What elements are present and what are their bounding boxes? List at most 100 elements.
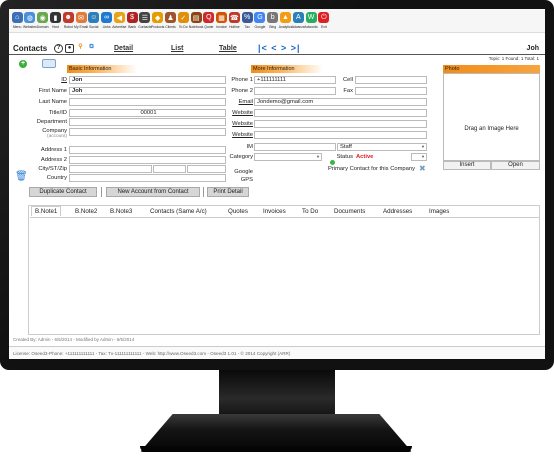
toolbar-item-notebook[interactable]: ▤ Notebook — [188, 9, 204, 33]
address2-field[interactable] — [69, 156, 226, 164]
im-type-value: Staff — [340, 144, 352, 150]
website3-label[interactable]: Website — [217, 132, 253, 138]
basic-info-header: Basic Information — [67, 65, 137, 73]
toolbar-item-to-do[interactable]: ✓ To Do — [177, 9, 189, 33]
website2-label[interactable]: Website — [217, 121, 253, 127]
toolbar-item-social[interactable]: ☺ Social — [88, 9, 100, 33]
tab-addresses[interactable]: Addresses — [383, 208, 412, 215]
toolbar-item-adwords[interactable]: W Adwords — [304, 9, 318, 33]
toolbar-item-my-email[interactable]: ✉ My Email — [74, 9, 88, 33]
toolbar-item-domain[interactable]: ◉ Domain — [37, 9, 49, 33]
globe-icon: ◍ — [24, 12, 36, 23]
tab-bnote2[interactable]: B.Note2 — [75, 208, 97, 215]
category-select[interactable]: ▼ — [254, 153, 322, 161]
bank-icon: $ — [126, 12, 138, 23]
toolbar-item-links[interactable]: ∞ Links — [100, 9, 113, 33]
open-photo-button[interactable]: Open — [491, 161, 540, 170]
toolbar-item-menu[interactable]: ⌂ Menu — [11, 9, 23, 33]
email-field[interactable]: Jondemo@gmail.com — [254, 98, 427, 106]
adwords-icon: W — [305, 12, 317, 23]
department-field[interactable] — [69, 118, 226, 126]
monitor-neck — [219, 370, 335, 418]
toolbar-item-label: My Email — [74, 25, 88, 29]
status-dropdown[interactable]: ▼ — [411, 153, 427, 161]
im-type-select[interactable]: Staff ▼ — [337, 143, 427, 151]
add-icon[interactable]: + — [19, 60, 27, 68]
state-field[interactable] — [153, 165, 186, 173]
notebook-icon: ▤ — [190, 12, 202, 23]
products-icon: ◆ — [152, 12, 164, 23]
toolbar-item-label: Notebook — [188, 25, 204, 29]
last-name-field[interactable] — [69, 98, 226, 106]
toolbar-item-label: Advance — [291, 25, 305, 29]
phone2-field[interactable] — [254, 87, 336, 95]
cell-field[interactable] — [355, 76, 427, 84]
phone2-label: Phone 2 — [231, 88, 253, 94]
toolbar-item-robot[interactable]: ☻ Robot — [62, 9, 74, 33]
toolbar-item-advance[interactable]: A Advance — [291, 9, 305, 33]
toolbar-item-tax[interactable]: % Tax — [241, 9, 253, 33]
tab-table[interactable]: Table — [219, 45, 237, 52]
note-editor-area[interactable] — [30, 217, 539, 334]
print-detail-button[interactable]: Print Detail — [207, 187, 249, 197]
toolbar-item-contacts[interactable]: ☰ Contacts — [138, 9, 152, 33]
analytics-icon: ▲ — [280, 12, 291, 23]
toolbar-item-label: Host — [51, 25, 59, 29]
tab-list[interactable]: List — [171, 45, 183, 52]
toolbar-item-hotline[interactable]: ☎ Hotline — [228, 9, 240, 33]
toolbar-item-exit[interactable]: ⏻ Exit — [318, 9, 330, 33]
first-name-field[interactable]: Joh — [69, 87, 226, 95]
group-icon[interactable]: ● — [65, 44, 74, 53]
new-account-button[interactable]: New Account from Contact — [106, 187, 200, 197]
photo-header: Photo — [443, 65, 540, 73]
toolbar-item-clients[interactable]: ♟ Clients — [164, 9, 176, 33]
website1-label[interactable]: Website — [217, 110, 253, 116]
toolbar-item-products[interactable]: ◆ Products — [151, 9, 164, 33]
email-label[interactable]: Email — [217, 99, 254, 105]
tab-images[interactable]: Images — [429, 208, 449, 215]
phone1-field[interactable]: +111111111 — [254, 76, 336, 84]
id-field[interactable]: Jon — [69, 76, 226, 84]
im-field[interactable] — [254, 143, 336, 151]
tab-bnote1[interactable]: B.Note1 — [31, 206, 62, 216]
toolbar-item-invoice[interactable]: ▦ Invoice — [216, 9, 228, 33]
send-email-icon[interactable] — [42, 59, 56, 68]
toolbar-item-bank[interactable]: $ Bank — [126, 9, 138, 33]
toolbar-item-google[interactable]: G Google — [254, 9, 266, 33]
toolbar-item-websites[interactable]: ◍ Websites — [23, 9, 37, 33]
chevron-down-icon: ▼ — [421, 154, 425, 159]
city-field[interactable] — [69, 165, 152, 173]
photo-drop-zone[interactable]: Drag an Image Here — [443, 73, 540, 161]
country-field[interactable] — [69, 174, 226, 182]
tab-detail[interactable]: Detail — [114, 45, 133, 52]
tab-documents[interactable]: Documents — [334, 208, 365, 215]
toolbar-item-host[interactable]: ▮ Host — [49, 9, 61, 33]
toolbar-item-advertise[interactable]: ◀ Advertise — [112, 9, 126, 33]
toolbar-item-bing[interactable]: b Bing — [267, 9, 279, 33]
company-field[interactable] — [69, 128, 226, 136]
insert-photo-button[interactable]: Insert — [443, 161, 491, 170]
toolbar-item-quote[interactable]: Q Quote — [203, 9, 215, 33]
record-navigation-arrows[interactable]: |< < > >| — [258, 43, 301, 53]
copy-icon[interactable]: ⧉ — [87, 44, 96, 53]
primary-contact-toggle-icon[interactable]: ✖ — [419, 165, 427, 173]
website3-field[interactable] — [254, 131, 427, 139]
contacts-navbar: Contacts ? ● ⚲ ⧉ Detail List Table |< < … — [9, 42, 545, 55]
toolbar-item-analytics[interactable]: ▲ Analytics — [279, 9, 292, 33]
search-icon[interactable]: ⚲ — [76, 44, 85, 53]
tab-contacts-same-ac[interactable]: Contacts (Same A/c) — [150, 208, 207, 215]
tab-quotes[interactable]: Quotes — [228, 208, 248, 215]
tab-bnote3[interactable]: B.Note3 — [110, 208, 132, 215]
address1-field[interactable] — [69, 146, 226, 154]
status-select[interactable]: Active — [353, 153, 411, 161]
duplicate-contact-button[interactable]: Duplicate Contact — [29, 187, 97, 197]
tab-todo[interactable]: To Do — [302, 208, 318, 215]
website2-field[interactable] — [254, 120, 427, 128]
invoice-icon: ▦ — [216, 12, 228, 23]
website1-field[interactable] — [254, 109, 427, 117]
title-id-field[interactable]: 00001 — [69, 109, 226, 117]
fax-field[interactable] — [355, 87, 427, 95]
tab-invoices[interactable]: Invoices — [263, 208, 286, 215]
help-icon[interactable]: ? — [54, 44, 63, 53]
primary-contact-label: Primary Contact for this Company — [328, 166, 415, 172]
